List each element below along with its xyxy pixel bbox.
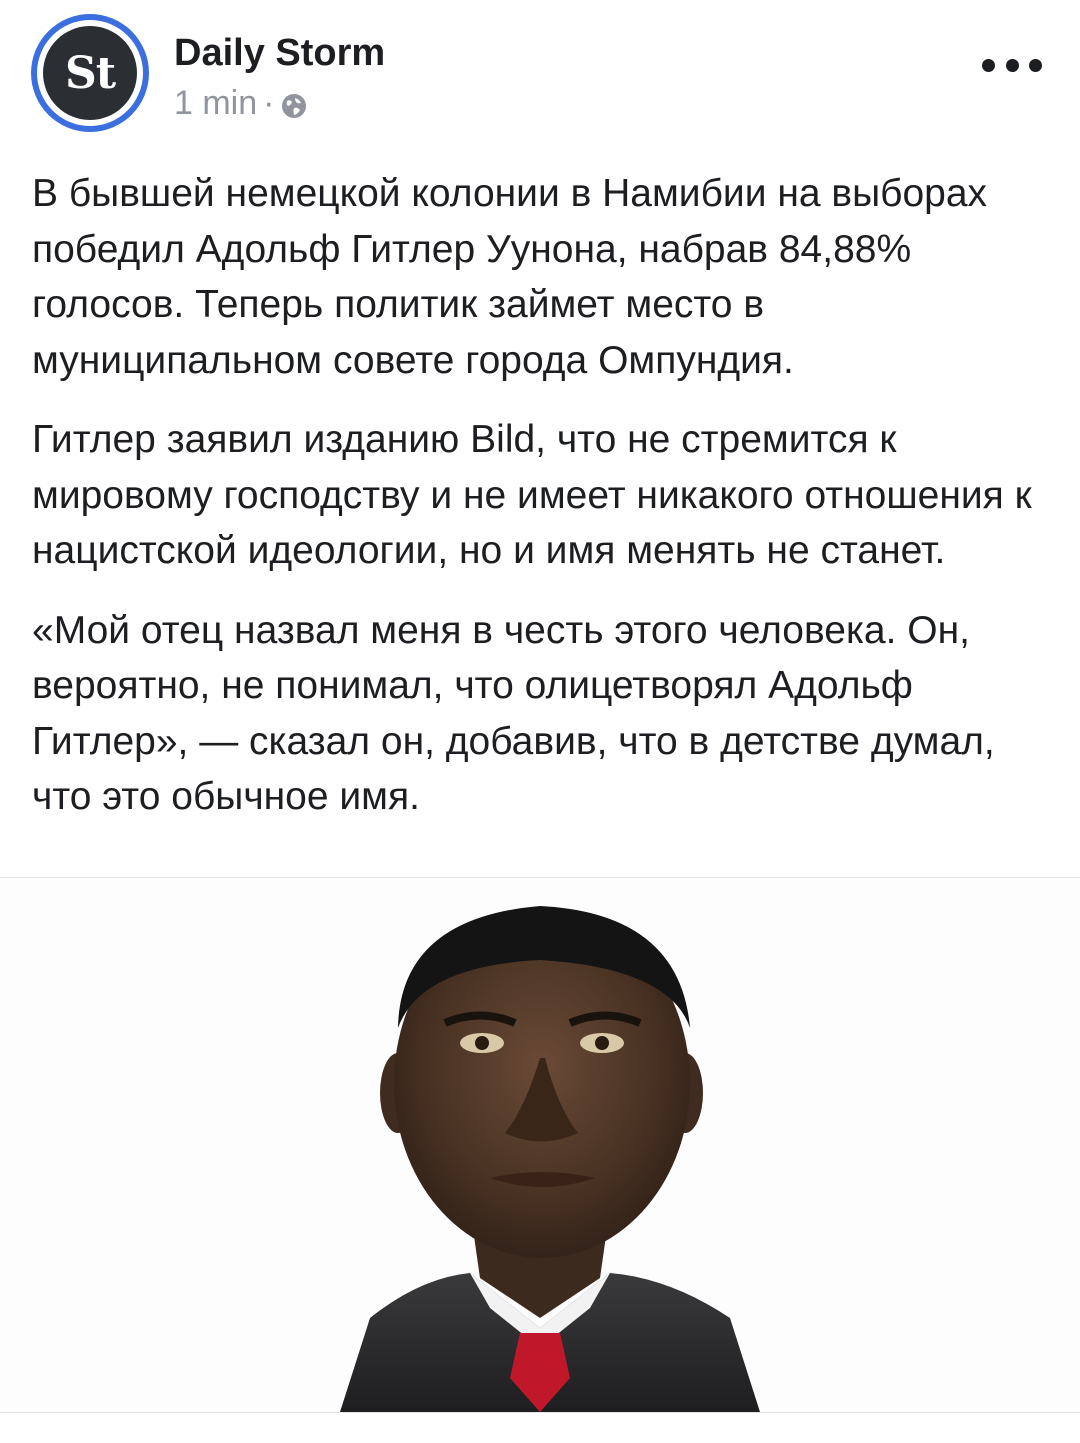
globe-icon — [280, 90, 308, 118]
post-timestamp[interactable]: 1 min — [174, 84, 257, 123]
more-options-button[interactable] — [982, 50, 1042, 80]
meta-separator: · — [263, 84, 275, 122]
page-avatar[interactable]: St — [31, 14, 149, 132]
post-paragraph: Гитлер заявил изданию Bild, что не стрем… — [32, 418, 1032, 572]
more-dots-icon — [1005, 58, 1019, 72]
post-meta: 1 min · — [174, 84, 308, 123]
post-body: В бывшей немецкой колонии в Намибии на в… — [32, 166, 1062, 849]
post-photo[interactable] — [0, 877, 1080, 1413]
avatar-logo-text: St — [64, 47, 116, 99]
avatar-ring: St — [37, 20, 143, 126]
post-paragraph: «Мой отец назвал меня в честь этого чело… — [32, 608, 995, 819]
post-header: St Daily Storm 1 min · — [0, 0, 1080, 150]
page-name-link[interactable]: Daily Storm — [174, 32, 385, 75]
more-dots-icon — [1029, 58, 1042, 72]
portrait-image — [340, 906, 760, 1412]
avatar-logo: St — [43, 26, 137, 120]
more-dots-icon — [982, 58, 995, 72]
post-paragraph: В бывшей немецкой колонии в Намибии на в… — [32, 172, 988, 382]
